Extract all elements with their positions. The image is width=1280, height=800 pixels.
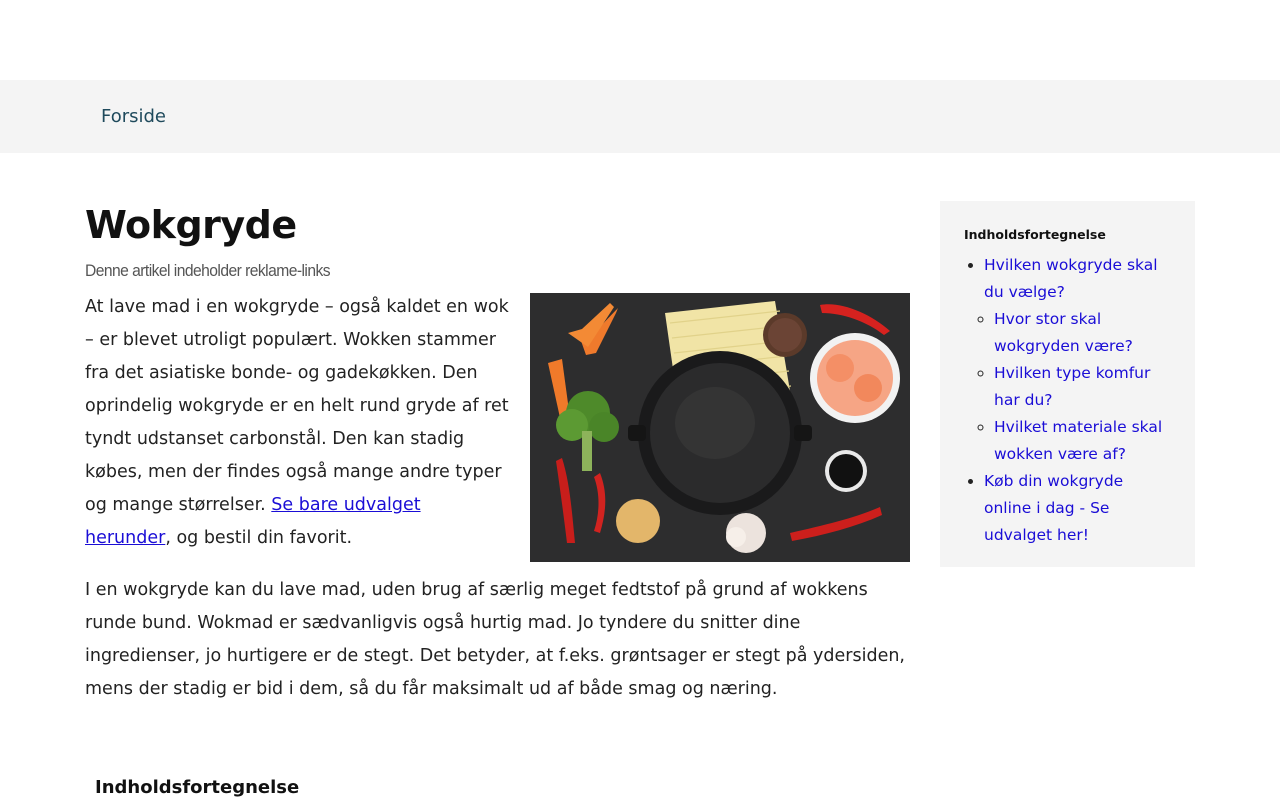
page-title: Wokgryde [85, 203, 297, 247]
nav-home-link[interactable]: Forside [101, 106, 166, 127]
toc-item: Hvilken wokgryde skal du vælge? Hvor sto… [984, 252, 1171, 468]
site-header [0, 0, 1280, 80]
second-paragraph: I en wokgryde kan du lave mad, uden brug… [85, 580, 905, 699]
toc-link-choose-wok[interactable]: Hvilken wokgryde skal du vælge? [984, 256, 1158, 301]
article: Wokgryde Denne artikel indeholder reklam… [85, 201, 910, 706]
toc-list: Hvilken wokgryde skal du vælge? Hvor sto… [964, 252, 1171, 549]
inline-toc-heading: Indholdsfortegnelse [95, 777, 300, 798]
wok-ingredients-image [530, 293, 910, 562]
toc-link-stove-type[interactable]: Hvilken type komfur har du? [994, 364, 1150, 409]
toc-link-buy-online[interactable]: Køb din wokgryde online i dag - Se udval… [984, 472, 1123, 544]
main-navigation: Forside [0, 80, 1280, 153]
toc-subitem: Hvor stor skal wokgryden være? [994, 306, 1171, 360]
toc-link-material[interactable]: Hvilket materiale skal wokken være af? [994, 418, 1162, 463]
sidebar-toc-heading: Indholdsfortegnelse [964, 227, 1106, 242]
toc-subitem: Hvilket materiale skal wokken være af? [994, 414, 1171, 468]
sidebar-toc: Indholdsfortegnelse Hvilken wokgryde ska… [940, 201, 1195, 567]
toc-sublist: Hvor stor skal wokgryden være? Hvilken t… [984, 306, 1171, 468]
toc-subitem: Hvilken type komfur har du? [994, 360, 1171, 414]
toc-item: Køb din wokgryde online i dag - Se udval… [984, 468, 1171, 549]
ad-disclaimer: Denne artikel indeholder reklame-links [85, 261, 331, 280]
toc-link-size[interactable]: Hvor stor skal wokgryden være? [994, 310, 1133, 355]
